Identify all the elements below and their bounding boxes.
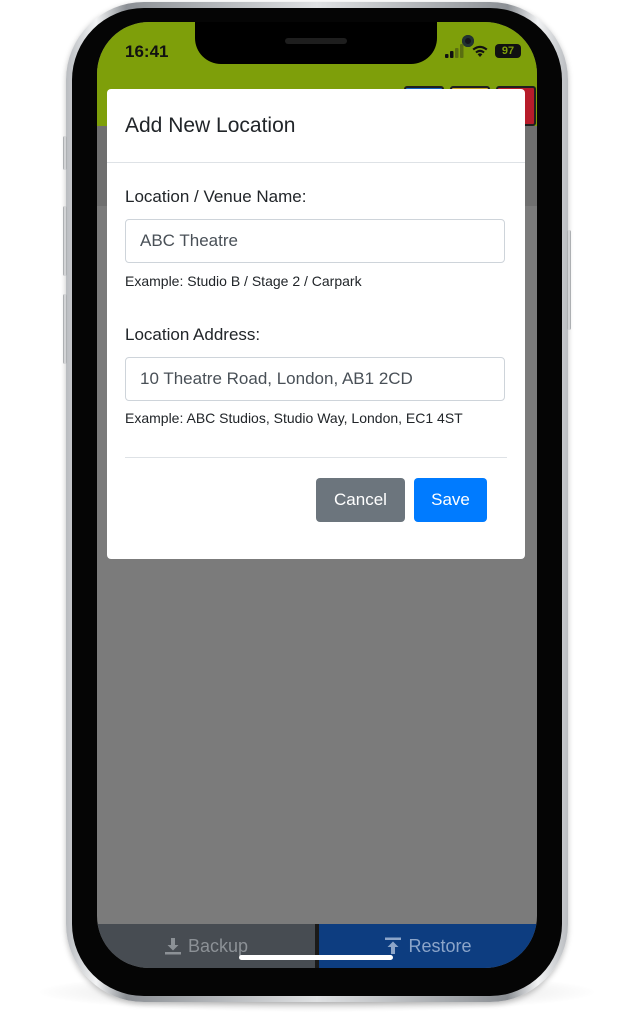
venue-name-help: Example: Studio B / Stage 2 / Carpark bbox=[125, 273, 362, 289]
upload-icon bbox=[385, 937, 402, 954]
venue-name-input[interactable] bbox=[125, 219, 505, 263]
side-button-volume-up bbox=[63, 206, 67, 276]
cancel-button[interactable]: Cancel bbox=[316, 478, 405, 522]
add-location-modal: Add New Location Location / Venue Name: … bbox=[107, 89, 525, 559]
address-label: Location Address: bbox=[125, 325, 261, 344]
backup-label: Backup bbox=[187, 935, 249, 956]
wifi-icon bbox=[472, 45, 488, 57]
side-button-volume-down bbox=[63, 294, 67, 364]
modal-title: Add New Location bbox=[125, 114, 296, 137]
address-help: Example: ABC Studios, Studio Way, London… bbox=[125, 410, 463, 426]
home-indicator[interactable] bbox=[239, 955, 393, 960]
save-button[interactable]: Save bbox=[414, 478, 487, 522]
side-button-silent bbox=[63, 136, 67, 170]
phone-screen: 16:41 97 Add New Location Location / Ven… bbox=[97, 22, 537, 968]
venue-name-label: Location / Venue Name: bbox=[125, 187, 307, 206]
side-button-power bbox=[567, 230, 571, 330]
cellular-signal-icon bbox=[445, 44, 464, 58]
backup-button[interactable]: Backup bbox=[97, 924, 315, 968]
download-icon bbox=[164, 938, 181, 955]
address-input[interactable] bbox=[125, 357, 505, 401]
modal-header-divider bbox=[107, 162, 525, 163]
battery-icon: 97 bbox=[495, 44, 521, 58]
status-icons: 97 bbox=[445, 42, 521, 60]
modal-footer-divider bbox=[125, 457, 507, 458]
speaker-grille bbox=[285, 38, 347, 44]
restore-button[interactable]: Restore bbox=[315, 924, 537, 968]
notch bbox=[195, 22, 474, 64]
bottom-bar: Backup Restore bbox=[97, 924, 537, 968]
status-time: 16:41 bbox=[125, 42, 169, 61]
restore-label: Restore bbox=[408, 935, 472, 956]
